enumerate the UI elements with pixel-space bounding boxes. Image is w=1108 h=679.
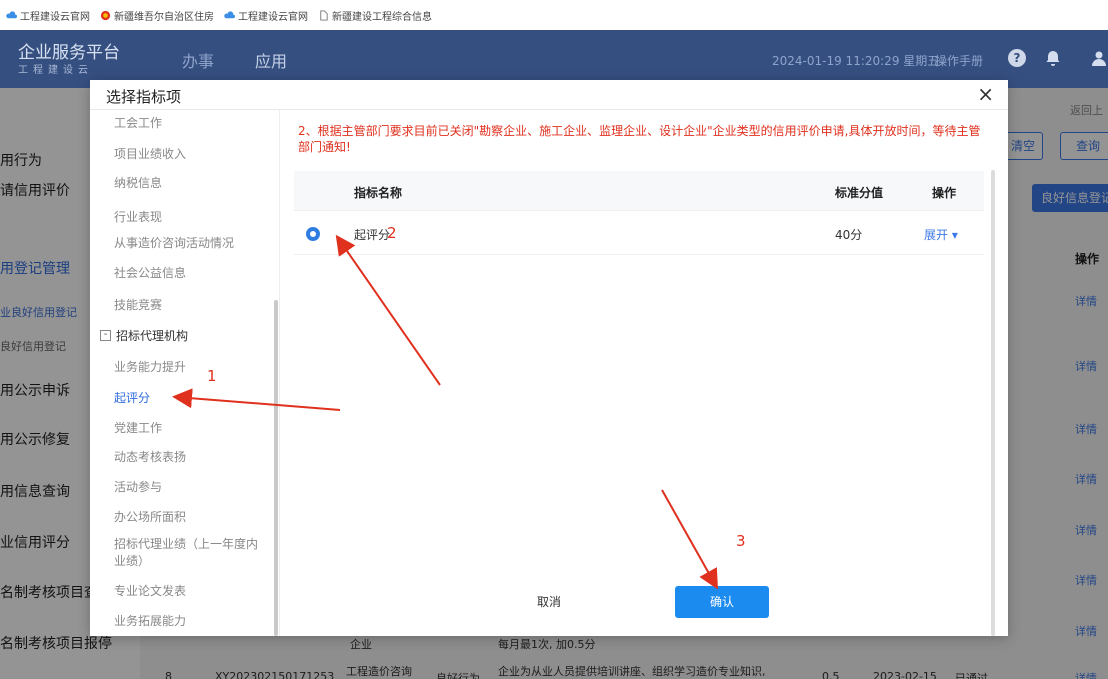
nav-tab-app[interactable]: 应用 bbox=[255, 48, 287, 72]
indicator-panel: 2、根据主管部门要求目前已关闭"勘察企业、施工企业、监理企业、设计企业"企业类型… bbox=[280, 110, 1008, 636]
tree-item[interactable]: 社会公益信息 bbox=[114, 264, 186, 281]
modal-header: 选择指标项 × bbox=[90, 80, 1008, 110]
bookmark-label: 新疆维吾尔自治区住房 bbox=[114, 11, 214, 23]
tree-item-selected[interactable]: 起评分 bbox=[114, 389, 150, 406]
cell-name: 起评分 bbox=[354, 228, 391, 242]
manual-link[interactable]: 操作手册 bbox=[935, 52, 983, 69]
tree-item[interactable]: 党建工作 bbox=[114, 419, 162, 436]
column-op: 操作 bbox=[932, 186, 957, 200]
column-name: 指标名称 bbox=[354, 186, 403, 200]
table-header: 指标名称 标准分值 操作 bbox=[294, 171, 984, 211]
annotation-number-2: 2 bbox=[387, 224, 397, 242]
datetime-text: 2024-01-19 11:20:29 星期五 bbox=[772, 54, 940, 68]
indicator-tree: 工会工作 项目业绩收入 纳税信息 行业表现 从事造价咨询活动情况 社会公益信息 … bbox=[90, 110, 280, 636]
tree-scrollbar[interactable] bbox=[274, 300, 278, 636]
tree-item[interactable]: 专业论文发表 bbox=[114, 582, 186, 599]
cell-score: 40分 bbox=[835, 228, 863, 242]
tree-category-bidding-agency[interactable]: - 招标代理机构 bbox=[100, 327, 188, 344]
emblem-icon bbox=[100, 10, 111, 20]
annotation-number-1: 1 bbox=[207, 367, 217, 385]
tree-item[interactable]: 活动参与 bbox=[114, 478, 162, 495]
tree-item[interactable]: 业务拓展能力 bbox=[114, 612, 186, 629]
panel-scrollbar[interactable] bbox=[991, 170, 995, 636]
annotation-number-3: 3 bbox=[736, 532, 746, 550]
tree-item[interactable]: 从事造价咨询活动情况 bbox=[114, 234, 234, 251]
user-icon[interactable] bbox=[1090, 49, 1108, 67]
logo-title: 企业服务平台 bbox=[18, 43, 120, 63]
close-icon[interactable]: × bbox=[977, 82, 994, 106]
bookmark-label: 工程建设云官网 bbox=[238, 11, 308, 23]
bookmark-label: 工程建设云官网 bbox=[20, 11, 90, 23]
help-icon[interactable]: ? bbox=[1008, 49, 1026, 67]
select-indicator-modal: 选择指标项 × 工会工作 项目业绩收入 纳税信息 行业表现 从事造价咨询活动情况… bbox=[90, 80, 1008, 636]
tree-item[interactable]: 行业表现 bbox=[114, 208, 162, 225]
tree-item[interactable]: 招标代理业绩（上一年度内业绩） bbox=[114, 536, 264, 570]
bookmark-label: 新疆建设工程综合信息 bbox=[332, 11, 432, 23]
radio-selected[interactable] bbox=[306, 227, 320, 241]
bookmark-2[interactable]: 新疆维吾尔自治区住房 bbox=[100, 8, 214, 23]
cloud-icon bbox=[224, 10, 235, 18]
tree-item[interactable]: 办公场所面积 bbox=[114, 508, 186, 525]
table-row[interactable]: 起评分 40分 展开 ▾ bbox=[294, 212, 984, 255]
tree-category-label: 招标代理机构 bbox=[116, 329, 189, 343]
bookmarks-bar: 工程建设云官网 新疆维吾尔自治区住房 工程建设云官网 新疆建设工程综合信息 bbox=[0, 0, 1108, 30]
bell-icon[interactable] bbox=[1044, 49, 1062, 67]
collapse-icon[interactable]: - bbox=[100, 330, 111, 341]
tree-item[interactable]: 工会工作 bbox=[114, 114, 162, 131]
confirm-button[interactable]: 确认 bbox=[675, 586, 769, 618]
cloud-icon bbox=[6, 10, 17, 18]
nav-tab-ban[interactable]: 办事 bbox=[182, 48, 214, 72]
bookmark-1[interactable]: 工程建设云官网 bbox=[6, 8, 90, 23]
column-score: 标准分值 bbox=[835, 186, 884, 200]
tree-item[interactable]: 业务能力提升 bbox=[114, 358, 186, 375]
cancel-button[interactable]: 取消 bbox=[510, 586, 588, 618]
page-icon bbox=[320, 9, 328, 21]
tree-item[interactable]: 动态考核表扬 bbox=[114, 448, 186, 465]
notice-text: 2、根据主管部门要求目前已关闭"勘察企业、施工企业、监理企业、设计企业"企业类型… bbox=[298, 124, 981, 154]
tree-item[interactable]: 纳税信息 bbox=[114, 174, 162, 191]
tree-item[interactable]: 项目业绩收入 bbox=[114, 145, 186, 162]
bookmark-4[interactable]: 新疆建设工程综合信息 bbox=[318, 8, 432, 23]
modal-title: 选择指标项 bbox=[106, 88, 182, 106]
bookmark-3[interactable]: 工程建设云官网 bbox=[224, 8, 308, 23]
logo-subtitle: 工程建设云 bbox=[18, 65, 93, 76]
tree-item[interactable]: 技能竞赛 bbox=[114, 296, 162, 313]
expand-link[interactable]: 展开 ▾ bbox=[924, 226, 958, 243]
